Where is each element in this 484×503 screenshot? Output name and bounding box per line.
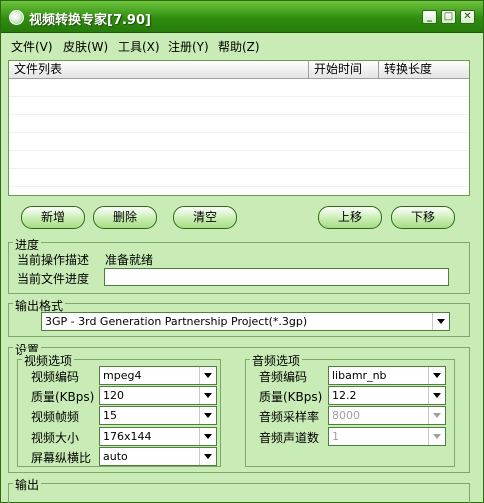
move-up-button[interactable]: 上移 xyxy=(318,206,382,229)
move-down-button[interactable]: 下移 xyxy=(391,206,455,229)
aspect-ratio-label: 屏幕纵横比 xyxy=(31,451,92,465)
video-options-title: 视频选项 xyxy=(22,352,75,369)
chevron-down-icon[interactable] xyxy=(432,313,449,330)
menu-skin[interactable]: 皮肤(W) xyxy=(63,38,108,55)
audio-channels-select[interactable]: 1 xyxy=(328,427,446,446)
menu-file[interactable]: 文件(V) xyxy=(11,38,53,55)
maximize-icon: □ xyxy=(443,11,454,22)
video-size-value: 176x144 xyxy=(103,430,152,443)
audio-codec-select[interactable]: libamr_nb xyxy=(328,366,446,385)
audio-codec-value: libamr_nb xyxy=(332,369,387,382)
video-quality-value: 120 xyxy=(103,389,124,402)
menu-bar: 文件(V) 皮肤(W) 工具(X) 注册(Y) 帮助(Z) xyxy=(1,34,483,56)
file-progress-bar xyxy=(104,268,449,286)
audio-channels-label: 音频声道数 xyxy=(259,431,320,445)
current-file-progress-label: 当前文件进度 xyxy=(17,272,90,286)
chevron-down-icon[interactable] xyxy=(199,428,216,445)
output-group-title: 输出 xyxy=(13,476,42,493)
video-fps-value: 15 xyxy=(103,409,117,422)
current-operation-label: 当前操作描述 xyxy=(17,253,90,267)
chevron-down-icon[interactable] xyxy=(428,367,445,384)
video-quality-select[interactable]: 120 xyxy=(99,386,217,405)
file-list[interactable]: 文件列表 开始时间 转换长度 xyxy=(8,60,470,196)
menu-tools[interactable]: 工具(X) xyxy=(118,38,160,55)
main-window: 视频转换专家[7.90] _ □ ✕ 文件(V) 皮肤(W) 工具(X) 注册(… xyxy=(0,0,484,503)
aspect-ratio-value: auto xyxy=(103,450,128,463)
minimize-icon: _ xyxy=(427,11,432,22)
aspect-ratio-select[interactable]: auto xyxy=(99,447,217,466)
chevron-down-icon[interactable] xyxy=(428,407,445,424)
chevron-down-icon[interactable] xyxy=(428,387,445,404)
output-group xyxy=(8,483,470,503)
audio-samplerate-select[interactable]: 8000 xyxy=(328,406,446,425)
column-file-list[interactable]: 文件列表 xyxy=(9,61,309,79)
current-operation-value: 准备就绪 xyxy=(105,253,154,267)
chevron-down-icon[interactable] xyxy=(199,387,216,404)
audio-samplerate-value: 8000 xyxy=(332,409,360,422)
audio-quality-value: 12.2 xyxy=(332,389,357,402)
chevron-down-icon[interactable] xyxy=(428,428,445,445)
column-start-time[interactable]: 开始时间 xyxy=(309,61,379,79)
window-title: 视频转换专家[7.90] xyxy=(29,13,151,28)
video-fps-select[interactable]: 15 xyxy=(99,406,217,425)
menu-register[interactable]: 注册(Y) xyxy=(168,38,209,55)
add-button[interactable]: 新增 xyxy=(21,206,85,229)
video-fps-label: 视频帧频 xyxy=(31,410,80,424)
delete-button[interactable]: 删除 xyxy=(93,206,157,229)
close-icon: ✕ xyxy=(463,11,472,22)
video-codec-select[interactable]: mpeg4 xyxy=(99,366,217,385)
minimize-button[interactable]: _ xyxy=(422,10,437,24)
audio-quality-select[interactable]: 12.2 xyxy=(328,386,446,405)
clear-button[interactable]: 清空 xyxy=(173,206,237,229)
chevron-down-icon[interactable] xyxy=(199,367,216,384)
column-duration[interactable]: 转换长度 xyxy=(379,61,469,79)
menu-help[interactable]: 帮助(Z) xyxy=(218,38,260,55)
app-logo-icon xyxy=(9,10,24,25)
video-codec-label: 视频编码 xyxy=(31,370,80,384)
video-codec-value: mpeg4 xyxy=(103,369,142,382)
audio-quality-label: 质量(KBps) xyxy=(259,390,323,404)
audio-options-title: 音频选项 xyxy=(250,352,303,369)
chevron-down-icon[interactable] xyxy=(199,448,216,465)
video-size-select[interactable]: 176x144 xyxy=(99,427,217,446)
maximize-button[interactable]: □ xyxy=(441,10,456,24)
audio-codec-label: 音频编码 xyxy=(259,370,308,384)
file-list-body[interactable] xyxy=(9,79,469,195)
close-button[interactable]: ✕ xyxy=(460,10,475,24)
chevron-down-icon[interactable] xyxy=(199,407,216,424)
audio-samplerate-label: 音频采样率 xyxy=(259,410,320,424)
title-bar[interactable]: 视频转换专家[7.90] _ □ ✕ xyxy=(1,1,483,33)
video-quality-label: 质量(KBps) xyxy=(31,390,95,404)
output-format-value: 3GP - 3rd Generation Partnership Project… xyxy=(45,315,308,328)
file-list-header: 文件列表 开始时间 转换长度 xyxy=(9,61,469,79)
output-format-select[interactable]: 3GP - 3rd Generation Partnership Project… xyxy=(41,312,450,331)
video-size-label: 视频大小 xyxy=(31,431,80,445)
audio-channels-value: 1 xyxy=(332,430,339,443)
